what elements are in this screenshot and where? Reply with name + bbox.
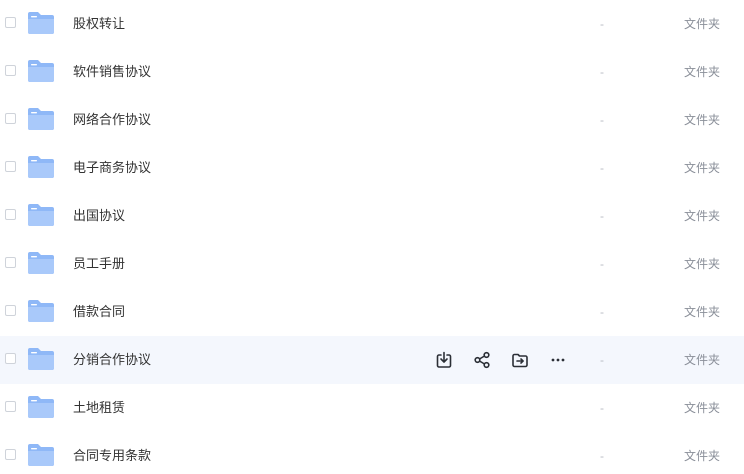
file-row[interactable]: 电子商务协议 - 文件夹: [0, 144, 744, 192]
file-size: -: [600, 353, 604, 367]
file-name[interactable]: 出国协议: [73, 192, 125, 240]
file-size: -: [600, 305, 604, 319]
row-checkbox[interactable]: [5, 65, 16, 76]
folder-icon: [28, 300, 54, 322]
more-button[interactable]: [546, 348, 570, 372]
folder-icon: [28, 348, 54, 370]
folder-icon: [28, 252, 54, 274]
file-row[interactable]: 员工手册 - 文件夹: [0, 240, 744, 288]
more-icon: [551, 358, 565, 362]
file-type: 文件夹: [684, 113, 721, 127]
file-type: 文件夹: [684, 65, 721, 79]
folder-icon: [28, 156, 54, 178]
folder-icon: [28, 396, 54, 418]
file-size: -: [600, 113, 604, 127]
file-name[interactable]: 软件销售协议: [73, 48, 151, 96]
file-row[interactable]: 借款合同 - 文件夹: [0, 288, 744, 336]
file-size: -: [600, 209, 604, 223]
file-size: -: [600, 257, 604, 271]
move-icon: [512, 353, 528, 368]
file-row[interactable]: 网络合作协议 - 文件夹: [0, 96, 744, 144]
file-name[interactable]: 合同专用条款: [73, 432, 151, 474]
row-checkbox[interactable]: [5, 353, 16, 364]
file-name[interactable]: 电子商务协议: [73, 144, 151, 192]
file-type: 文件夹: [684, 449, 721, 463]
file-size: -: [600, 401, 604, 415]
file-name[interactable]: 网络合作协议: [73, 96, 151, 144]
file-type: 文件夹: [684, 305, 721, 319]
file-size: -: [600, 65, 604, 79]
folder-icon: [28, 204, 54, 226]
file-row-hovered[interactable]: 分销合作协议 - 文件夹: [0, 336, 744, 384]
file-type: 文件夹: [684, 17, 721, 31]
share-button[interactable]: [470, 348, 494, 372]
folder-icon: [28, 444, 54, 466]
file-type: 文件夹: [684, 353, 721, 367]
row-checkbox[interactable]: [5, 257, 16, 268]
row-checkbox[interactable]: [5, 209, 16, 220]
file-row[interactable]: 股权转让 - 文件夹: [0, 0, 744, 48]
file-name[interactable]: 借款合同: [73, 288, 125, 336]
file-name[interactable]: 土地租赁: [73, 384, 125, 432]
file-name[interactable]: 分销合作协议: [73, 336, 151, 384]
file-size: -: [600, 17, 604, 31]
row-checkbox[interactable]: [5, 401, 16, 412]
file-row[interactable]: 出国协议 - 文件夹: [0, 192, 744, 240]
file-type: 文件夹: [684, 209, 721, 223]
file-name[interactable]: 员工手册: [73, 240, 125, 288]
file-type: 文件夹: [684, 161, 721, 175]
folder-icon: [28, 108, 54, 130]
folder-icon: [28, 60, 54, 82]
row-checkbox[interactable]: [5, 17, 16, 28]
row-checkbox[interactable]: [5, 449, 16, 460]
file-type: 文件夹: [684, 401, 721, 415]
row-checkbox[interactable]: [5, 113, 16, 124]
folder-icon: [28, 12, 54, 34]
file-row[interactable]: 合同专用条款 - 文件夹: [0, 432, 744, 474]
file-list: 股权转让 - 文件夹 软件销售协议 - 文件夹 网络合作协议 - 文件夹 电子商…: [0, 0, 744, 474]
share-icon: [474, 351, 490, 369]
file-row[interactable]: 软件销售协议 - 文件夹: [0, 48, 744, 96]
row-checkbox[interactable]: [5, 161, 16, 172]
row-actions: [432, 348, 570, 372]
file-type: 文件夹: [684, 257, 721, 271]
file-row[interactable]: 土地租赁 - 文件夹: [0, 384, 744, 432]
download-icon: [436, 351, 452, 368]
row-checkbox[interactable]: [5, 305, 16, 316]
file-size: -: [600, 161, 604, 175]
move-button[interactable]: [508, 348, 532, 372]
file-size: -: [600, 449, 604, 463]
download-button[interactable]: [432, 348, 456, 372]
file-name[interactable]: 股权转让: [73, 0, 125, 48]
